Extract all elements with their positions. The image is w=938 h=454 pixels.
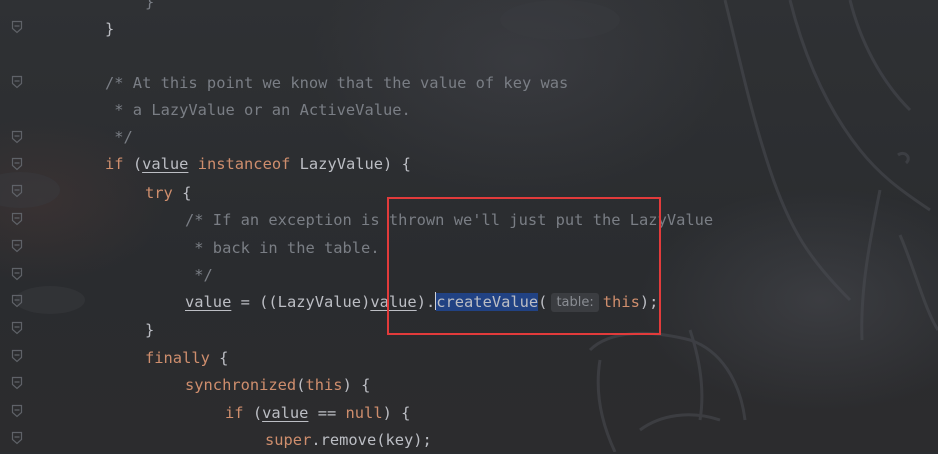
code-token: instanceof [188, 155, 291, 173]
code-token: { [209, 349, 229, 367]
code-token: finally [145, 349, 210, 367]
code-token: * back in the table. [185, 239, 380, 257]
code-line[interactable]: if (value == null) { [225, 400, 410, 427]
code-line[interactable]: */ [105, 124, 133, 151]
highlight-callout-box [387, 197, 661, 335]
code-token: value [185, 293, 232, 311]
code-token: ) { [342, 376, 371, 394]
code-token: { [172, 184, 192, 202]
code-token: LazyValue) { [290, 155, 411, 173]
code-token: try [145, 184, 173, 202]
code-token: /* At this point we know that the value … [105, 74, 569, 92]
code-line[interactable]: /* At this point we know that the value … [105, 70, 568, 97]
code-token: ( [243, 404, 263, 422]
code-line[interactable]: synchronized(this) { [185, 372, 370, 399]
code-token: synchronized [185, 376, 297, 394]
code-token: } [105, 20, 115, 38]
code-token: .remove(key); [311, 431, 432, 449]
code-token: if [225, 404, 244, 422]
code-token: this [305, 376, 343, 394]
code-token: null [345, 404, 383, 422]
code-line[interactable]: finally { [145, 345, 228, 372]
code-token: == [308, 404, 346, 422]
code-token: value [142, 155, 189, 173]
code-token: = ((LazyValue) [231, 293, 371, 311]
code-line[interactable]: } [145, 317, 154, 344]
code-line[interactable]: try { [145, 180, 191, 207]
code-token: ) { [382, 404, 411, 422]
code-line[interactable]: } [145, 0, 154, 16]
code-token: } [145, 321, 155, 339]
code-token: value [262, 404, 309, 422]
code-line[interactable]: } [105, 16, 114, 43]
code-line[interactable]: super.remove(key); [265, 427, 432, 454]
code-token: */ [105, 128, 133, 146]
code-token: ( [123, 155, 143, 173]
code-line[interactable]: */ [185, 262, 213, 289]
code-token: super [265, 431, 312, 449]
code-line[interactable]: if (value instanceof LazyValue) { [105, 151, 411, 178]
code-line[interactable]: * back in the table. [185, 235, 380, 262]
code-token: * a LazyValue or an ActiveValue. [105, 101, 411, 119]
code-token: */ [185, 266, 213, 284]
code-token: if [105, 155, 124, 173]
code-line[interactable]: * a LazyValue or an ActiveValue. [105, 97, 411, 124]
code-token: } [145, 0, 155, 11]
